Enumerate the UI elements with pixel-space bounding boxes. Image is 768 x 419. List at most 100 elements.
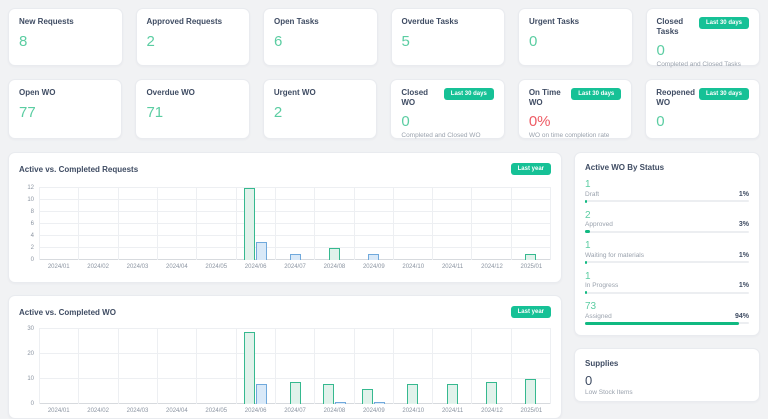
kpi-card-value: 6 (274, 34, 367, 50)
status-progress-track (585, 261, 749, 263)
category-slot-2024-07 (275, 188, 314, 260)
plot-area (39, 329, 551, 404)
chart-title: Active vs. Completed WO (19, 308, 116, 317)
kpi-card-title: Overdue WO (146, 88, 194, 98)
status-count: 73 (585, 301, 749, 313)
kpi-card-open-wo: Open WO77 (8, 79, 122, 139)
kpi-card-header: New Requests (19, 17, 112, 27)
bar-slots (39, 329, 551, 404)
category-slot-2024-09 (354, 329, 393, 404)
status-percent: 94% (735, 313, 749, 320)
bar-completed (335, 402, 346, 405)
y-tick-label: 30 (27, 326, 34, 332)
kpi-card-header: Open WO (19, 88, 111, 98)
status-percent: 1% (739, 252, 749, 259)
kpi-card-closed-wo: Closed WOLast 30 days0Completed and Clos… (390, 79, 504, 139)
x-tick-label: 2024/04 (157, 264, 196, 270)
kpi-card-title: Urgent Tasks (529, 17, 579, 27)
kpi-cards-row-1: New Requests8Approved Requests2Open Task… (8, 8, 760, 66)
kpi-card-open-tasks: Open Tasks 6 (263, 8, 378, 66)
supplies-panel: Supplies 0 Low Stock Items (574, 348, 760, 402)
category-slot-2024-02 (78, 188, 117, 260)
x-tick-label: 2024/06 (236, 408, 275, 414)
x-tick-label: 2024/02 (78, 408, 117, 414)
y-tick-label: 0 (31, 401, 34, 407)
y-tick-label: 20 (27, 351, 34, 357)
y-tick-label: 10 (27, 197, 34, 203)
supplies-panel-title: Supplies (585, 359, 749, 368)
category-slot-2024-03 (118, 329, 157, 404)
status-label: In Progress (585, 282, 618, 289)
last-30-days-badge: Last 30 days (699, 88, 749, 100)
x-tick-label: 2024/10 (394, 264, 433, 270)
bar-active (323, 384, 334, 404)
x-tick-label: 2024/05 (197, 408, 236, 414)
kpi-card-header: Overdue WO (146, 88, 238, 98)
y-axis: 0 10 20 30 (19, 329, 39, 404)
status-row-in-progress: 1In Progress1% (585, 271, 749, 294)
bar-active (244, 188, 255, 260)
x-tick-label: 2025/01 (512, 264, 551, 270)
status-progress-fill (585, 261, 587, 264)
low-stock-label: Low Stock Items (585, 389, 749, 396)
kpi-card-header: Approved Requests (147, 17, 240, 27)
chart-header: Active vs. Completed WO Last year (19, 306, 551, 318)
x-tick-label: 2024/01 (39, 264, 78, 270)
status-progress-fill (585, 200, 587, 203)
kpi-card-header: Overdue Tasks (402, 17, 495, 27)
y-tick-label: 0 (31, 257, 34, 263)
status-count: 1 (585, 240, 749, 252)
category-slot-2024-10 (393, 329, 432, 404)
bar-completed (374, 402, 385, 405)
kpi-card-value: 2 (147, 34, 240, 50)
kpi-card-title: Urgent WO (274, 88, 316, 98)
kpi-card-reopened-wo: Reopened WOLast 30 days0 (645, 79, 760, 139)
kpi-card-title: Open Tasks (274, 17, 319, 27)
y-tick-label: 10 (27, 376, 34, 382)
x-tick-label: 2024/09 (354, 408, 393, 414)
x-tick-label: 2024/06 (236, 264, 275, 270)
bar-active (525, 379, 536, 404)
status-label-line: Approved3% (585, 221, 749, 228)
kpi-card-title: On Time WO (529, 88, 567, 107)
x-tick-label: 2024/08 (315, 264, 354, 270)
x-tick-label: 2024/05 (197, 264, 236, 270)
kpi-card-subtitle: Completed and Closed Tasks (657, 61, 750, 68)
y-tick-label: 6 (31, 221, 34, 227)
x-tick-label: 2024/08 (315, 408, 354, 414)
side-panels-column: Active WO By Status 1Draft1%2Approved3%1… (574, 152, 760, 402)
bar-active (407, 384, 418, 404)
kpi-card-header: On Time WOLast 30 days (529, 88, 621, 107)
last-year-badge: Last year (511, 306, 551, 318)
low-stock-count: 0 (585, 374, 749, 387)
category-slot-2024-11 (432, 188, 471, 260)
category-slot-2024-11 (432, 329, 471, 404)
category-slot-2024-09 (354, 188, 393, 260)
status-label-line: In Progress1% (585, 282, 749, 289)
category-slot-2024-06 (236, 188, 275, 260)
status-label-line: Assigned 94% (585, 313, 749, 320)
bar-active (447, 384, 458, 404)
bar-active (362, 389, 373, 404)
category-slot-2024-03 (118, 188, 157, 260)
category-slot-2024-12 (471, 329, 510, 404)
status-label: Draft (585, 191, 599, 198)
status-label: Assigned (585, 313, 612, 320)
active-wo-by-status-panel: Active WO By Status 1Draft1%2Approved3%1… (574, 152, 760, 336)
kpi-card-header: Urgent WO (274, 88, 366, 98)
status-percent: 3% (739, 221, 749, 228)
bar-completed (256, 242, 267, 260)
category-slot-2024-12 (471, 188, 510, 260)
last-year-badge: Last year (511, 163, 551, 175)
kpi-card-approved-requests: Approved Requests 2 (136, 8, 251, 66)
kpi-card-value: 0 (657, 43, 750, 59)
dashboard-main: Active vs. Completed Requests Last year … (8, 152, 760, 419)
bar-completed (290, 254, 301, 260)
x-tick-label: 2024/01 (39, 408, 78, 414)
kpi-card-urgent-tasks: Urgent Tasks0 (518, 8, 633, 66)
status-count: 2 (585, 210, 749, 222)
x-axis-labels: 2024/012024/022024/032024/042024/052024/… (39, 408, 551, 414)
category-slot-2024-05 (196, 188, 235, 260)
category-slot-2024-04 (157, 329, 196, 404)
x-tick-label: 2024/02 (78, 264, 117, 270)
